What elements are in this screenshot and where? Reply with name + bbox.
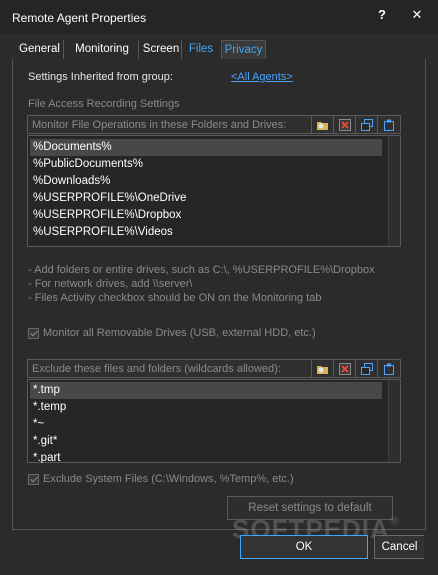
copy-icon[interactable] xyxy=(355,360,377,378)
system-files-checkbox[interactable] xyxy=(28,474,39,485)
hint-line: - For network drives, add \\server\ xyxy=(28,278,193,290)
title-bar: Remote Agent Properties ? ✕ xyxy=(0,0,438,34)
hint-line: - Files Activity checkbox should be ON o… xyxy=(28,292,322,304)
list-item[interactable]: *~ xyxy=(30,416,44,433)
list-item[interactable]: *.temp xyxy=(30,399,66,416)
cancel-button[interactable]: Cancel xyxy=(374,535,424,559)
ok-button[interactable]: OK xyxy=(240,535,368,559)
monitor-folders-header: Monitor File Operations in these Folders… xyxy=(27,115,401,134)
inherited-label: Settings Inherited from group: xyxy=(28,71,173,83)
tab-files[interactable]: Files xyxy=(184,40,218,59)
exclude-header-text: Exclude these files and folders (wildcar… xyxy=(32,363,281,375)
removable-drives-label: Monitor all Removable Drives (USB, exter… xyxy=(43,327,316,339)
removable-drives-checkbox[interactable] xyxy=(28,328,39,339)
hint-line: - Add folders or entire drives, such as … xyxy=(28,264,375,276)
close-icon[interactable]: ✕ xyxy=(404,4,430,26)
window-title: Remote Agent Properties xyxy=(12,11,147,25)
all-agents-link[interactable]: <All Agents> xyxy=(231,71,293,83)
list-item[interactable]: %Documents% xyxy=(30,139,382,156)
exclude-list[interactable]: *.tmp *.temp *~ *.git* *.part xyxy=(27,379,401,463)
system-files-label: Exclude System Files (C:\Windows, %Temp%… xyxy=(43,473,294,485)
help-icon[interactable]: ? xyxy=(369,4,395,26)
tab-screen[interactable]: Screen xyxy=(141,40,182,59)
remove-folder-icon[interactable] xyxy=(333,116,355,134)
list-item[interactable]: *.tmp xyxy=(30,382,382,399)
list-item[interactable]: %USERPROFILE%\OneDrive xyxy=(30,190,186,207)
paste-icon[interactable] xyxy=(377,360,399,378)
file-access-section-label: File Access Recording Settings xyxy=(28,98,180,110)
list-item[interactable]: *.part xyxy=(30,450,61,463)
list-item[interactable]: %Downloads% xyxy=(30,173,110,190)
list-item[interactable]: *.git* xyxy=(30,433,57,450)
monitor-folders-list[interactable]: %Documents% %PublicDocuments% %Downloads… xyxy=(27,135,401,247)
monitor-folders-header-text: Monitor File Operations in these Folders… xyxy=(32,119,287,131)
exclude-header: Exclude these files and folders (wildcar… xyxy=(27,359,401,378)
list-item[interactable]: %PublicDocuments% xyxy=(30,156,143,173)
list-item[interactable]: %USERPROFILE%\Dropbox xyxy=(30,207,181,224)
copy-icon[interactable] xyxy=(355,116,377,134)
add-exclude-icon[interactable] xyxy=(311,360,333,378)
remove-exclude-icon[interactable] xyxy=(333,360,355,378)
exclude-scrollbar[interactable] xyxy=(388,380,400,462)
list-item[interactable]: %USERPROFILE%\Videos xyxy=(30,224,173,241)
monitor-folders-scrollbar[interactable] xyxy=(388,136,400,246)
tab-monitoring[interactable]: Monitoring xyxy=(66,40,139,59)
tab-general[interactable]: General xyxy=(16,40,64,59)
paste-icon[interactable] xyxy=(377,116,399,134)
tab-privacy[interactable]: Privacy xyxy=(221,40,266,59)
add-folder-icon[interactable] xyxy=(311,116,333,134)
